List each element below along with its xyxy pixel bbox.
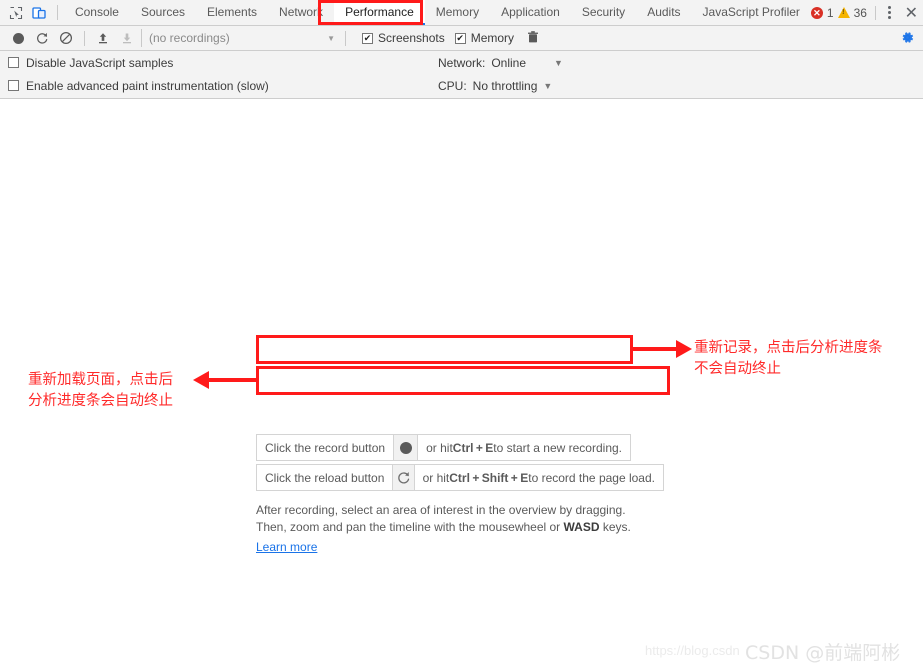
record-hint-suffix-a: or hit <box>426 440 453 455</box>
network-chevron-down-icon[interactable]: ▼ <box>554 58 563 68</box>
disable-js-samples-checkbox[interactable] <box>8 57 19 68</box>
chevron-down-icon: ▼ <box>327 33 335 43</box>
record-dot-icon <box>399 441 412 454</box>
tab-security[interactable]: Security <box>571 0 636 25</box>
warning-count: 36 <box>853 5 867 20</box>
error-count: 1 <box>826 5 834 20</box>
reload-hint-box: Click the reload button or hit Ctrl + Sh… <box>256 464 664 491</box>
record-dot <box>12 32 24 44</box>
record-hint-box: Click the record button or hit Ctrl + E … <box>256 434 631 461</box>
annotation-text-right: 重新记录，点击后分析进度条 不会自动终止 <box>694 338 883 380</box>
network-label: Network: <box>438 55 486 70</box>
tab-memory[interactable]: Memory <box>425 0 490 25</box>
tab-network[interactable]: Network <box>268 0 334 25</box>
record-icon[interactable] <box>6 26 30 50</box>
reload-hint-suffix-a: or hit <box>422 470 450 485</box>
record-hint-suffix-b: to start a new recording. <box>493 440 622 455</box>
reload-hint-prefix: Click the reload button <box>265 470 385 485</box>
tab-application[interactable]: Application <box>490 0 571 25</box>
screenshots-label: Screenshots <box>378 31 445 45</box>
reload-arrow-icon <box>398 472 410 484</box>
tab-console[interactable]: Console <box>64 0 130 25</box>
settings-gear-icon[interactable] <box>900 30 915 48</box>
cpu-throttling-row[interactable]: CPU: No throttling ▼ <box>438 74 658 97</box>
panel-tabs: Console Sources Elements Network Perform… <box>64 0 811 25</box>
landing-hints: Click the record button or hit Ctrl + E … <box>256 434 676 556</box>
error-icon: ✕ <box>810 6 823 19</box>
recordings-dropdown[interactable]: (no recordings) ▼ <box>141 29 339 47</box>
throttling-settings: Network: Online ▼ CPU: No throttling ▼ <box>438 51 658 97</box>
advanced-paint-label: Enable advanced paint instrumentation (s… <box>26 78 269 93</box>
annotation-left-line-1: 重新加载页面，点击后 <box>28 372 173 388</box>
more-options-icon[interactable] <box>880 1 900 25</box>
landing-paragraph: After recording, select an area of inter… <box>256 502 676 556</box>
warning-icon <box>837 7 850 18</box>
reload-hint-button[interactable] <box>392 465 415 490</box>
trash-icon[interactable] <box>526 30 540 47</box>
paragraph-line-2: Then, zoom and pan the timeline with the… <box>256 519 676 536</box>
annotation-arrow-left-head <box>193 371 209 389</box>
upload-profile-icon[interactable] <box>91 26 115 50</box>
reload-icon[interactable] <box>30 26 54 50</box>
paragraph-line-1: After recording, select an area of inter… <box>256 503 626 517</box>
toolbar-divider-3 <box>345 30 346 46</box>
watermark-brand: CSDN @前端阿彬 <box>745 642 901 664</box>
reload-hint-suffix-b: to record the page load. <box>528 470 655 485</box>
inspect-element-icon[interactable] <box>4 1 27 25</box>
tab-elements[interactable]: Elements <box>196 0 268 25</box>
annotation-arrow-left-line <box>208 378 256 382</box>
issue-badges[interactable]: ✕ 1 36 <box>810 5 871 20</box>
record-hint-prefix: Click the record button <box>265 440 386 455</box>
network-throttling-row[interactable]: Network: Online ▼ <box>438 51 658 74</box>
record-hint-button[interactable] <box>393 435 419 460</box>
download-profile-icon[interactable] <box>115 26 139 50</box>
performance-toolbar: (no recordings) ▼ ✔ Screenshots ✔ Memory <box>0 26 923 51</box>
recordings-value: (no recordings) <box>149 31 230 45</box>
reload-hint-suffix: or hit Ctrl + Shift + E to record the pa… <box>415 465 663 490</box>
record-hint-keys: Ctrl + E <box>452 440 494 455</box>
tab-performance[interactable]: Performance <box>334 0 425 25</box>
annotation-right-line-1: 重新记录，点击后分析进度条 <box>694 340 883 356</box>
paragraph-keys: WASD <box>563 520 600 534</box>
annotation-text-left: 重新加载页面，点击后 分析进度条会自动终止 <box>28 370 173 412</box>
memory-checkbox[interactable]: ✔ Memory <box>454 31 515 45</box>
paragraph-line-2-a: Then, zoom and pan the timeline with the… <box>256 520 564 534</box>
watermark-url: https://blog.csdn <box>645 643 740 658</box>
checkbox-check-icon-2: ✔ <box>454 32 466 44</box>
clear-icon[interactable] <box>54 26 78 50</box>
annotation-right-line-2: 不会自动终止 <box>694 361 781 377</box>
device-toolbar-icon[interactable] <box>27 1 50 25</box>
cpu-label: CPU: <box>438 78 467 93</box>
cpu-value: No throttling <box>472 78 538 93</box>
cpu-chevron-down-icon[interactable]: ▼ <box>543 81 552 91</box>
badge-divider <box>874 5 876 20</box>
memory-label: Memory <box>470 31 515 45</box>
annotation-arrow-right-head <box>676 340 692 358</box>
tab-audits[interactable]: Audits <box>636 0 691 25</box>
annotation-left-line-2: 分析进度条会自动终止 <box>28 393 173 409</box>
learn-more-link[interactable]: Learn more <box>256 539 317 556</box>
screenshots-checkbox[interactable]: ✔ Screenshots <box>362 31 445 45</box>
record-hint-suffix: or hit Ctrl + E to start a new recording… <box>418 435 630 460</box>
advanced-paint-checkbox[interactable] <box>8 80 19 91</box>
toolbar-divider-2 <box>84 30 85 46</box>
toolbar-divider <box>56 5 58 20</box>
checkbox-check-icon: ✔ <box>362 32 373 44</box>
disable-js-samples-label: Disable JavaScript samples <box>26 55 174 70</box>
reload-hint-keys: Ctrl + Shift + E <box>449 470 529 485</box>
devtools-tabbar: Console Sources Elements Network Perform… <box>0 0 923 26</box>
tab-sources[interactable]: Sources <box>130 0 196 25</box>
network-value: Online <box>491 55 527 70</box>
capture-settings: Disable JavaScript samples Enable advanc… <box>0 51 923 99</box>
tab-javascript-profiler[interactable]: JavaScript Profiler <box>692 0 811 25</box>
paragraph-line-2-b: keys. <box>599 520 631 534</box>
close-icon[interactable]: ✕ <box>900 1 923 25</box>
